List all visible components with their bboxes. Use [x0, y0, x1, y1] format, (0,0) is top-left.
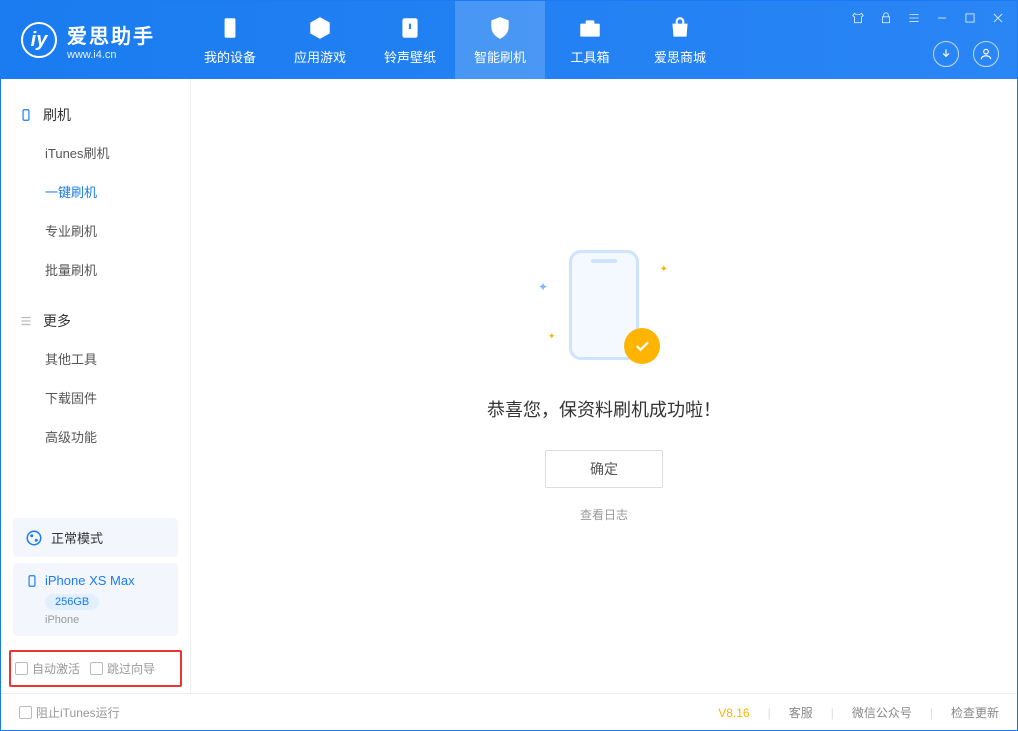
- mode-label: 正常模式: [51, 528, 103, 547]
- check-circle-icon: [624, 328, 660, 364]
- mode-icon: [25, 529, 43, 547]
- version-label: V8.16: [718, 706, 749, 720]
- device-icon: [217, 15, 243, 41]
- menu-icon[interactable]: [905, 9, 923, 27]
- list-icon: [19, 314, 33, 328]
- view-log-link[interactable]: 查看日志: [580, 506, 628, 523]
- device-name: iPhone XS Max: [45, 573, 135, 588]
- checkbox-label: 阻止iTunes运行: [36, 704, 120, 721]
- divider: |: [768, 706, 771, 720]
- sparkle-icon: ✦: [548, 331, 556, 342]
- phone-small-icon: [25, 574, 39, 588]
- sidebar-item-download-firmware[interactable]: 下载固件: [1, 378, 190, 417]
- group-title: 刷机: [43, 105, 71, 125]
- cube-icon: [307, 15, 333, 41]
- header-actions: [933, 41, 999, 67]
- checkbox-auto-activate[interactable]: 自动激活: [15, 660, 80, 677]
- sparkle-icon: ✦: [660, 264, 668, 275]
- sidebar-item-other-tools[interactable]: 其他工具: [1, 339, 190, 378]
- maximize-icon[interactable]: [961, 9, 979, 27]
- sidebar-group-more: 更多: [1, 303, 190, 339]
- bag-icon: [667, 15, 693, 41]
- checkbox-icon: [15, 662, 28, 675]
- checkbox-label: 跳过向导: [107, 660, 155, 677]
- toolbox-icon: [577, 15, 603, 41]
- app-title: 爱思助手: [67, 20, 155, 49]
- app-logo-icon: iy: [21, 22, 57, 58]
- success-message: 恭喜您，保资料刷机成功啦！: [487, 396, 721, 422]
- logo-area: iy 爱思助手 www.i4.cn: [1, 1, 175, 79]
- sidebar-item-itunes-flash[interactable]: iTunes刷机: [1, 133, 190, 172]
- tab-apps-games[interactable]: 应用游戏: [275, 1, 365, 79]
- device-name-row: iPhone XS Max: [25, 573, 166, 588]
- minimize-icon[interactable]: [933, 9, 951, 27]
- nav-tabs: 我的设备 应用游戏 铃声壁纸 智能刷机 工具箱 爱思商城: [185, 1, 725, 79]
- checkbox-block-itunes[interactable]: 阻止iTunes运行: [19, 704, 120, 721]
- sidebar: 刷机 iTunes刷机 一键刷机 专业刷机 批量刷机 更多 其他工具 下载固件 …: [1, 79, 191, 693]
- mode-box[interactable]: 正常模式: [13, 518, 178, 557]
- footer-right: V8.16 | 客服 | 微信公众号 | 检查更新: [718, 704, 999, 721]
- device-capacity: 256GB: [45, 594, 99, 610]
- shield-icon: [487, 15, 513, 41]
- phone-icon: [19, 108, 33, 122]
- checkbox-icon: [90, 662, 103, 675]
- music-icon: [397, 15, 423, 41]
- download-icon[interactable]: [933, 41, 959, 67]
- tab-smart-flash[interactable]: 智能刷机: [455, 1, 545, 79]
- tab-store[interactable]: 爱思商城: [635, 1, 725, 79]
- app-subtitle: www.i4.cn: [67, 49, 155, 61]
- tab-label: 工具箱: [570, 47, 609, 66]
- tab-label: 铃声壁纸: [384, 47, 436, 66]
- body: 刷机 iTunes刷机 一键刷机 专业刷机 批量刷机 更多 其他工具 下载固件 …: [1, 79, 1017, 693]
- sparkle-icon: ✦: [538, 280, 548, 294]
- main-content: ✦ ✦ ✦ 恭喜您，保资料刷机成功啦！ 确定 查看日志: [191, 79, 1017, 693]
- tab-ringtones[interactable]: 铃声壁纸: [365, 1, 455, 79]
- device-type: iPhone: [45, 614, 166, 626]
- tab-toolbox[interactable]: 工具箱: [545, 1, 635, 79]
- footer-link-wechat[interactable]: 微信公众号: [852, 704, 912, 721]
- header: iy 爱思助手 www.i4.cn 我的设备 应用游戏 铃声壁纸 智能刷机 工具…: [1, 1, 1017, 79]
- close-icon[interactable]: [989, 9, 1007, 27]
- sidebar-item-batch-flash[interactable]: 批量刷机: [1, 250, 190, 289]
- sidebar-item-pro-flash[interactable]: 专业刷机: [1, 211, 190, 250]
- sidebar-item-advanced[interactable]: 高级功能: [1, 417, 190, 456]
- tshirt-icon[interactable]: [849, 9, 867, 27]
- tab-label: 智能刷机: [474, 47, 526, 66]
- lock-icon[interactable]: [877, 9, 895, 27]
- footer: 阻止iTunes运行 V8.16 | 客服 | 微信公众号 | 检查更新: [1, 693, 1017, 731]
- checkbox-skip-guide[interactable]: 跳过向导: [90, 660, 155, 677]
- success-illustration: ✦ ✦ ✦: [534, 250, 674, 370]
- checkbox-icon: [19, 706, 32, 719]
- user-icon[interactable]: [973, 41, 999, 67]
- divider: |: [831, 706, 834, 720]
- divider: |: [930, 706, 933, 720]
- checkbox-label: 自动激活: [32, 660, 80, 677]
- ok-button[interactable]: 确定: [545, 450, 663, 488]
- tab-my-device[interactable]: 我的设备: [185, 1, 275, 79]
- window-controls: [849, 9, 1007, 27]
- sidebar-item-oneclick-flash[interactable]: 一键刷机: [1, 172, 190, 211]
- group-title: 更多: [43, 311, 71, 331]
- footer-link-support[interactable]: 客服: [789, 704, 813, 721]
- sidebar-group-flash: 刷机: [1, 97, 190, 133]
- highlighted-options: 自动激活 跳过向导: [9, 650, 182, 687]
- tab-label: 爱思商城: [654, 47, 706, 66]
- footer-link-update[interactable]: 检查更新: [951, 704, 999, 721]
- tab-label: 应用游戏: [294, 47, 346, 66]
- tab-label: 我的设备: [204, 47, 256, 66]
- device-box[interactable]: iPhone XS Max 256GB iPhone: [13, 563, 178, 636]
